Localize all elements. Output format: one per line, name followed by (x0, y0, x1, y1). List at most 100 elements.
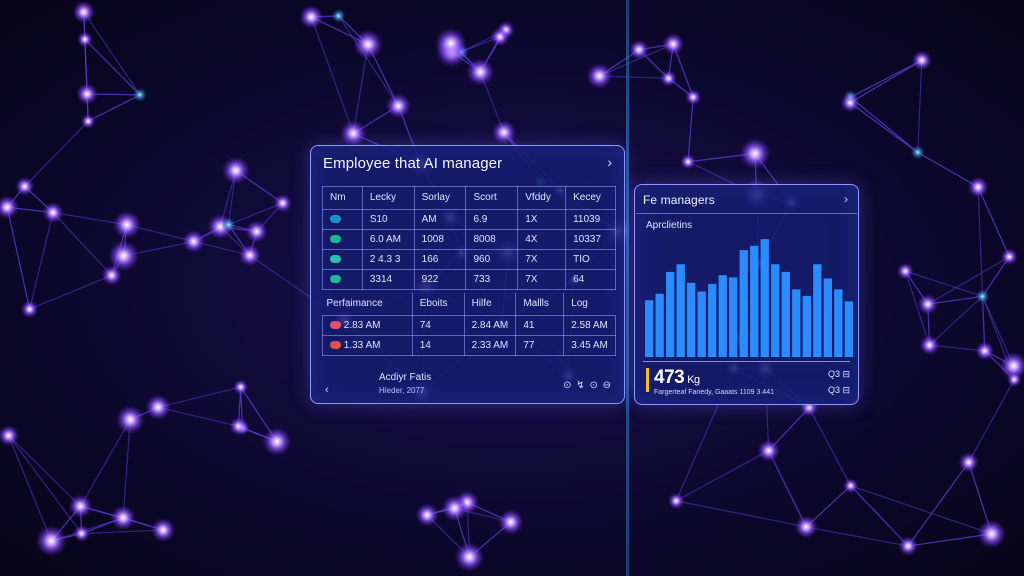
chart-bar (802, 295, 811, 357)
network-edge (968, 379, 1015, 463)
network-node (20, 300, 39, 319)
column-header[interactable]: Log (563, 293, 616, 316)
network-node (975, 289, 990, 304)
network-edge (8, 435, 81, 507)
footer-label: Acdiyr Fatis (379, 372, 432, 383)
chart-bar (781, 271, 790, 357)
network-edge (849, 102, 919, 153)
network-edge (338, 15, 399, 107)
table-row[interactable]: 1.33 AM 14 2.33 AM 77 3.45 AM (322, 335, 616, 356)
footer-sublabel: Hieder, 2077 (379, 386, 425, 395)
column-header[interactable]: Hilfe (463, 293, 517, 316)
chevron-right-icon[interactable]: › (844, 192, 848, 206)
chart-title: Aprclietins (646, 220, 693, 231)
network-node (628, 39, 650, 60)
network-node (150, 517, 176, 543)
metric-value: 473 Kg (654, 367, 700, 389)
column-header[interactable]: Eboits (411, 293, 465, 316)
network-node (491, 120, 517, 145)
network-edge (905, 270, 983, 297)
network-node (441, 495, 468, 522)
network-node (68, 494, 93, 519)
table-cell: 14 (411, 335, 465, 356)
status-dot-cell (322, 229, 363, 250)
network-node (958, 452, 979, 473)
chart-bar (792, 289, 801, 357)
metric-unit: Kg (687, 374, 700, 386)
table-cell: 41 (515, 315, 565, 336)
network-node (911, 50, 932, 71)
network-node (967, 176, 989, 198)
table-row[interactable]: 2.83 AM 74 2.84 AM 41 2.58 AM (322, 315, 616, 336)
network-node (794, 515, 818, 539)
network-node (182, 229, 206, 253)
panel-action-icons[interactable]: Q3 ⊟ (828, 385, 850, 396)
network-node (221, 156, 250, 185)
network-node (680, 154, 696, 170)
network-node (221, 217, 236, 232)
column-header[interactable]: Kecey (565, 186, 616, 210)
status-dot (330, 254, 341, 263)
network-node (896, 262, 914, 280)
table-cell: 2.33 AM (463, 335, 517, 356)
network-node (975, 341, 995, 361)
chart-bar (708, 283, 717, 357)
status-dot-cell (322, 249, 363, 270)
table-cell: 1X (517, 209, 567, 230)
network-edge (675, 450, 769, 502)
network-node (435, 27, 467, 60)
column-header[interactable]: Perfaimance (322, 293, 413, 316)
column-header[interactable]: Lecky (361, 186, 415, 210)
table-cell: 4X (517, 229, 567, 250)
metric-number: 473 (654, 367, 685, 388)
table-cell: 960 (465, 249, 519, 270)
divider (636, 213, 857, 214)
column-header[interactable]: Scort (465, 186, 519, 210)
table-row[interactable]: 3314 922 733 7X 64 (322, 269, 616, 290)
network-edge (79, 419, 131, 507)
column-header[interactable]: Nm (322, 186, 363, 210)
panel-title: Employee that AI manager (323, 155, 503, 172)
panel-action-icons[interactable]: Q3 ⊟ (828, 369, 850, 380)
network-edge (6, 207, 31, 310)
cell-text: 2.83 AM (343, 319, 381, 331)
status-dot (330, 320, 341, 329)
network-node (1000, 248, 1018, 266)
vertical-light-beam (626, 0, 629, 576)
chart-bar (666, 271, 675, 357)
table-cell: S10 (361, 209, 415, 230)
network-edge (850, 96, 919, 153)
network-node (262, 427, 292, 457)
table-row[interactable]: S10 AM 6.9 1X 11039 (322, 209, 616, 230)
network-node (80, 113, 96, 129)
network-edge (84, 39, 89, 122)
network-node (917, 293, 939, 315)
table-cell: 8008 (465, 229, 519, 250)
network-edge (917, 151, 979, 188)
network-edge (83, 11, 141, 96)
network-node (843, 478, 859, 494)
chevron-right-icon[interactable]: › (607, 154, 612, 170)
column-header[interactable]: Sorlay (413, 186, 467, 210)
arrow-left-icon[interactable]: ‹ (325, 384, 329, 396)
network-edge (81, 529, 164, 535)
status-dot-cell (322, 209, 363, 230)
chart-bar (739, 250, 748, 357)
column-header[interactable]: Mallls (515, 293, 565, 316)
footer-action-icons[interactable]: ⊙ ↯ ⊙ ⊖ (563, 380, 612, 391)
column-header[interactable]: Vfddy (517, 186, 567, 210)
status-dot-cell (322, 269, 363, 290)
network-edge (29, 274, 112, 310)
table-cell: 6.0 AM (361, 229, 415, 250)
network-node (586, 62, 613, 90)
table-row[interactable]: 2 4.3 3 166 960 7X TIO (322, 249, 616, 270)
network-node (112, 210, 142, 240)
chart-bar (834, 289, 843, 357)
network-node (840, 93, 860, 113)
table-cell: 7X (517, 249, 567, 270)
table-cell: TIO (565, 249, 616, 270)
network-node (238, 244, 261, 267)
network-edge (687, 97, 694, 162)
table-header-row: Perfaimance Eboits Hilfe Mallls Log (322, 293, 616, 316)
table-row[interactable]: 6.0 AM 1008 8008 4X 10337 (322, 229, 616, 250)
